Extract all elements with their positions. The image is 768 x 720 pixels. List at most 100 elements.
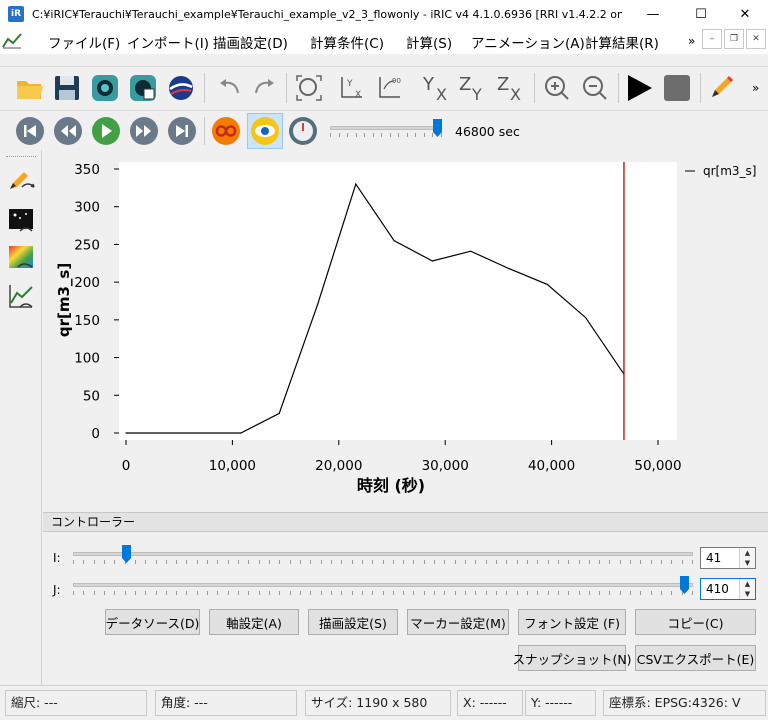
zoom-out-icon[interactable] bbox=[578, 71, 612, 105]
menu-calc-results[interactable]: 計算結果(R) bbox=[585, 32, 659, 52]
close-button[interactable]: ✕ bbox=[722, 0, 768, 28]
graph-object-icon[interactable] bbox=[5, 280, 37, 312]
slider-tick bbox=[578, 591, 580, 595]
snapshot-button[interactable]: スナップショット(N) bbox=[512, 645, 632, 671]
time-slider-thumb[interactable] bbox=[432, 119, 442, 137]
slider-tick bbox=[93, 591, 95, 595]
slider-tick bbox=[269, 560, 271, 564]
menu-calculation[interactable]: 計算(S) bbox=[406, 32, 452, 52]
time-slider-track[interactable] bbox=[330, 126, 442, 130]
svg-text:Y: Y bbox=[346, 79, 353, 89]
time-slider-ticks bbox=[330, 133, 442, 138]
menu-animation[interactable]: アニメーション(A) bbox=[471, 32, 585, 52]
rotate-90-icon[interactable]: 90 bbox=[372, 71, 406, 105]
view-zy-icon[interactable]: ZY bbox=[456, 71, 490, 105]
y-tick-label: 100 bbox=[74, 351, 100, 367]
slider-tick bbox=[155, 591, 157, 595]
mdi-restore-button[interactable]: ❐ bbox=[724, 29, 744, 49]
draw-settings-button[interactable]: 描画設定(S) bbox=[308, 609, 398, 635]
legend-label: qr[m3_s] bbox=[703, 164, 757, 178]
edit-object-icon[interactable] bbox=[5, 166, 37, 198]
undo-icon[interactable] bbox=[212, 71, 246, 105]
spin-arrows-icon[interactable]: ▲ ▼ bbox=[739, 579, 755, 599]
skip-first-icon[interactable] bbox=[13, 114, 47, 148]
view-zx-icon[interactable]: ZX bbox=[494, 71, 528, 105]
skip-last-icon[interactable] bbox=[165, 114, 199, 148]
minimize-button[interactable]: — bbox=[630, 0, 676, 28]
toolbar-grip bbox=[6, 156, 36, 158]
view-yx-icon[interactable]: YX bbox=[420, 71, 454, 105]
slider-tick bbox=[217, 591, 219, 595]
j-index-value: 410 bbox=[706, 582, 729, 596]
maximize-button[interactable]: ☐ bbox=[678, 0, 724, 28]
slider-tick bbox=[330, 560, 332, 564]
j-slider-track[interactable] bbox=[73, 583, 693, 587]
slider-tick bbox=[351, 560, 353, 564]
mdi-minimize-button[interactable]: – bbox=[702, 29, 722, 49]
svg-text:X: X bbox=[355, 90, 361, 100]
i-slider-thumb[interactable] bbox=[121, 545, 131, 563]
i-index-spinbox[interactable]: 41 ▲ ▼ bbox=[700, 547, 756, 569]
menu-import[interactable]: インポート(I) bbox=[127, 32, 209, 52]
fast-forward-icon[interactable] bbox=[127, 114, 161, 148]
stop-simulation-icon[interactable] bbox=[660, 71, 694, 105]
font-settings-button[interactable]: フォント設定 (F) bbox=[518, 609, 626, 635]
slider-tick bbox=[217, 560, 219, 564]
follow-view-eye-icon[interactable] bbox=[247, 113, 283, 149]
copy-button[interactable]: コピー(C) bbox=[635, 609, 756, 635]
j-slider-thumb[interactable] bbox=[679, 576, 689, 594]
data-point bbox=[508, 267, 510, 270]
fit-view-icon[interactable] bbox=[292, 71, 326, 105]
csv-export-button[interactable]: CSVエクスポート(E) bbox=[635, 645, 756, 671]
slider-tick bbox=[186, 560, 188, 564]
redo-icon[interactable] bbox=[248, 71, 282, 105]
slider-tick bbox=[516, 591, 518, 595]
toolbar-overflow-chevron-icon[interactable]: » bbox=[752, 81, 759, 95]
background-image-icon[interactable] bbox=[5, 204, 37, 236]
google-earth-icon[interactable] bbox=[164, 71, 198, 105]
rewind-icon[interactable] bbox=[51, 114, 85, 148]
slider-tick bbox=[299, 591, 301, 595]
open-folder-icon[interactable] bbox=[12, 71, 46, 105]
continuous-snapshot-icon[interactable] bbox=[126, 71, 160, 105]
speed-gauge-icon[interactable] bbox=[286, 114, 320, 148]
slider-tick bbox=[382, 591, 384, 595]
menu-file[interactable]: ファイル(F) bbox=[48, 32, 120, 52]
pencil-edit-icon[interactable] bbox=[704, 71, 738, 105]
slider-tick bbox=[413, 560, 415, 564]
camera-snapshot-icon[interactable] bbox=[88, 71, 122, 105]
save-icon[interactable] bbox=[50, 71, 84, 105]
slider-tick bbox=[103, 591, 105, 595]
data-source-button[interactable]: データソース(D) bbox=[105, 609, 200, 635]
y-tick-label: 0 bbox=[91, 426, 100, 442]
menu-more-chevron-icon[interactable]: » bbox=[688, 34, 695, 48]
y-tick-label: 350 bbox=[74, 162, 100, 178]
run-simulation-icon[interactable] bbox=[622, 71, 656, 105]
marker-settings-button[interactable]: マーカー設定(M) bbox=[407, 609, 509, 635]
slider-tick bbox=[413, 591, 415, 595]
menu-draw-settings[interactable]: 描画設定(D) bbox=[213, 32, 288, 52]
j-slider-ticks bbox=[73, 591, 693, 596]
axis-yx-icon[interactable]: YX bbox=[334, 71, 368, 105]
j-index-spinbox[interactable]: 410 ▲ ▼ bbox=[700, 578, 756, 600]
slider-tick bbox=[640, 560, 642, 564]
i-slider-track[interactable] bbox=[73, 552, 693, 556]
i-slider-ticks bbox=[73, 560, 693, 565]
toolbar-separator bbox=[700, 73, 701, 103]
slider-tick bbox=[557, 591, 559, 595]
color-map-icon[interactable] bbox=[5, 242, 37, 274]
axis-settings-button[interactable]: 軸設定(A) bbox=[209, 609, 299, 635]
zoom-in-icon[interactable] bbox=[540, 71, 574, 105]
slider-tick bbox=[155, 560, 157, 564]
slider-tick bbox=[73, 591, 74, 595]
spin-arrows-icon[interactable]: ▲ ▼ bbox=[739, 548, 755, 568]
menu-calc-conditions[interactable]: 計算条件(C) bbox=[310, 32, 384, 52]
i-index-value: 41 bbox=[706, 551, 722, 565]
slider-tick bbox=[681, 560, 683, 564]
play-icon[interactable] bbox=[89, 114, 123, 148]
loop-icon[interactable] bbox=[209, 114, 243, 148]
slider-tick bbox=[599, 560, 601, 564]
slider-tick bbox=[341, 560, 343, 564]
slider-tick bbox=[372, 591, 374, 595]
mdi-close-button[interactable]: ✕ bbox=[746, 29, 766, 49]
